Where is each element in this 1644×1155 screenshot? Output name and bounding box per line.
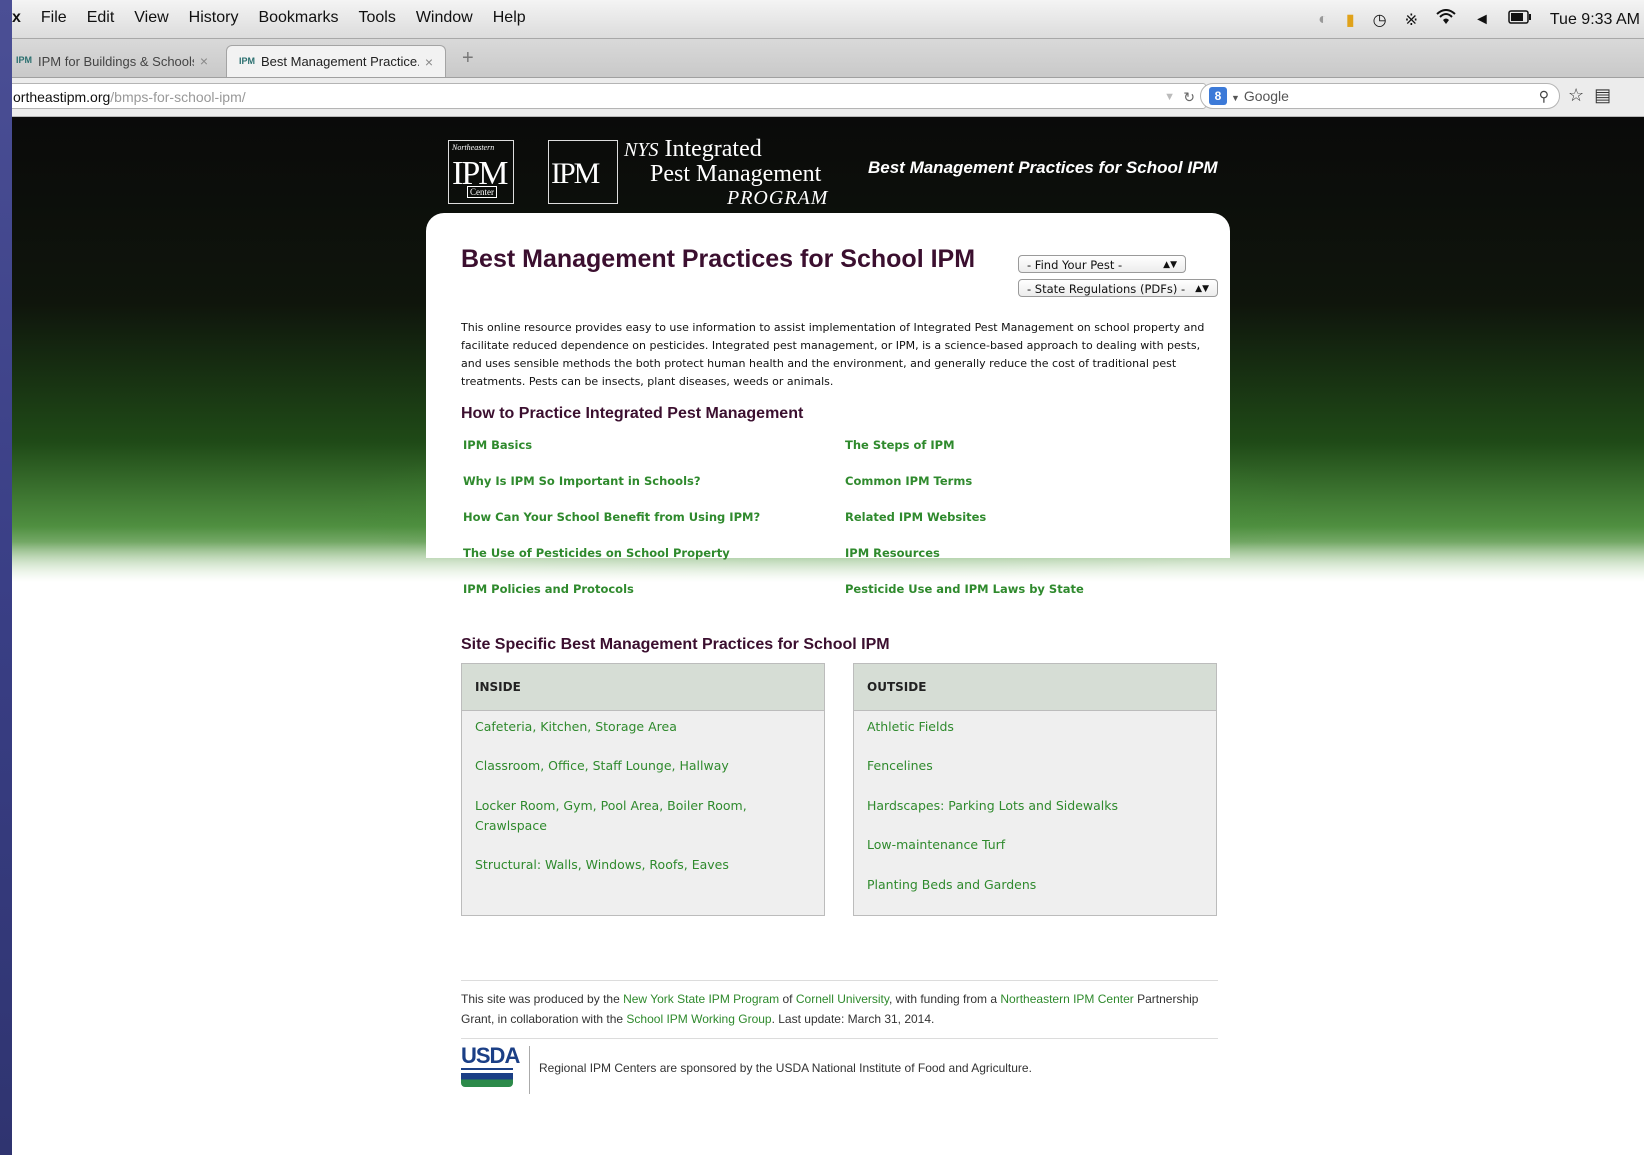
inside-item-locker-room[interactable]: Locker Room, Gym, Pool Area, Boiler Room… bbox=[475, 796, 775, 836]
outside-item-planting-beds[interactable]: Planting Beds and Gardens bbox=[867, 875, 1197, 895]
link-school-benefit[interactable]: How Can Your School Benefit from Using I… bbox=[463, 510, 760, 524]
link-cornell-university[interactable]: Cornell University bbox=[796, 992, 889, 1006]
ipm-favicon-icon: IPM bbox=[16, 55, 33, 65]
outside-panel-header: OUTSIDE bbox=[854, 664, 1216, 711]
reload-icon[interactable]: ↻ bbox=[1183, 84, 1195, 110]
link-pesticide-laws-by-state[interactable]: Pesticide Use and IPM Laws by State bbox=[845, 582, 1084, 596]
usda-fields-icon bbox=[461, 1073, 513, 1087]
find-your-pest-select[interactable]: - Find Your Pest - ▲▼ bbox=[1018, 255, 1186, 273]
close-tab-icon[interactable]: × bbox=[200, 53, 208, 69]
link-northeastern-ipm-center[interactable]: Northeastern IPM Center bbox=[1000, 992, 1133, 1006]
menu-window[interactable]: Window bbox=[416, 9, 473, 27]
menu-file[interactable]: File bbox=[41, 9, 67, 27]
menubar: x File Edit View History Bookmarks Tools… bbox=[12, 0, 1644, 39]
select-arrows-icon: ▲▼ bbox=[1195, 284, 1209, 294]
inside-panel: INSIDE Cafeteria, Kitchen, Storage Area … bbox=[461, 663, 825, 916]
bluetooth-icon[interactable]: ※ bbox=[1405, 10, 1418, 30]
sponsor-text: Regional IPM Centers are sponsored by th… bbox=[539, 1061, 1032, 1075]
ipm-favicon-icon: IPM bbox=[239, 55, 256, 66]
menubar-menus: x File Edit View History Bookmarks Tools… bbox=[12, 9, 546, 27]
tab-title: Best Management Practice... bbox=[261, 54, 419, 69]
new-tab-button[interactable]: + bbox=[462, 47, 474, 70]
footer-credits: This site was produced by the New York S… bbox=[461, 992, 1199, 1026]
google-search-engine-icon[interactable]: 8 bbox=[1209, 87, 1227, 105]
shield-icon[interactable]: ▮ bbox=[1346, 10, 1355, 30]
link-steps-of-ipm[interactable]: The Steps of IPM bbox=[845, 438, 955, 452]
search-placeholder: Google bbox=[1243, 88, 1289, 104]
tab-best-management-practices[interactable]: IPM Best Management Practice... × bbox=[226, 45, 446, 77]
reading-list-icon[interactable]: ▤ bbox=[1594, 85, 1621, 105]
outside-item-fencelines[interactable]: Fencelines bbox=[867, 756, 1197, 776]
site-specific-heading: Site Specific Best Management Practices … bbox=[461, 636, 890, 653]
page-title: Best Management Practices for School IPM bbox=[461, 245, 976, 273]
nav-bar: ortheastipm.org/bmps-for-school-ipm/ ▼ ↻… bbox=[12, 78, 1644, 117]
tab-strip: IPM IPM for Buildings & Schools × IPM Be… bbox=[12, 39, 1644, 78]
link-why-ipm-important[interactable]: Why Is IPM So Important in Schools? bbox=[463, 474, 701, 488]
url-bar[interactable]: ortheastipm.org/bmps-for-school-ipm/ ▼ ↻ bbox=[12, 83, 1206, 109]
url-host: ortheastipm.org bbox=[13, 89, 111, 105]
url-dropdown-icon[interactable]: ▼ bbox=[1164, 84, 1175, 110]
inside-item-cafeteria[interactable]: Cafeteria, Kitchen, Storage Area bbox=[475, 717, 805, 737]
outside-panel: OUTSIDE Athletic Fields Fencelines Hards… bbox=[853, 663, 1217, 916]
site-tagline: Best Management Practices for School IPM bbox=[868, 158, 1218, 177]
menu-history[interactable]: History bbox=[189, 9, 239, 27]
outside-item-athletic-fields[interactable]: Athletic Fields bbox=[867, 717, 1197, 737]
volume-icon[interactable]: ◄ bbox=[1474, 11, 1490, 29]
link-related-ipm-websites[interactable]: Related IPM Websites bbox=[845, 510, 986, 524]
outside-item-low-maintenance-turf[interactable]: Low-maintenance Turf bbox=[867, 835, 1197, 855]
menu-view[interactable]: View bbox=[134, 9, 168, 27]
search-bar[interactable]: 8 ▼ Google ⚲ bbox=[1200, 83, 1560, 109]
status-area: ◐ ▮ ◷ ※ ◄ Tue 9:33 AM bbox=[1300, 9, 1644, 30]
link-ipm-resources[interactable]: IPM Resources bbox=[845, 546, 940, 560]
link-ipm-basics[interactable]: IPM Basics bbox=[463, 438, 532, 452]
how-to-heading: How to Practice Integrated Pest Manageme… bbox=[461, 405, 804, 422]
toolbar-icons: ☆▤ bbox=[1568, 85, 1621, 106]
select-arrows-icon: ▲▼ bbox=[1163, 260, 1177, 270]
wifi-icon[interactable] bbox=[1436, 9, 1456, 30]
nys-ipm-logo[interactable]: IPM bbox=[548, 140, 618, 204]
footer-divider bbox=[461, 980, 1218, 981]
usda-logo[interactable]: USDA bbox=[461, 1045, 520, 1087]
usda-divider bbox=[529, 1046, 530, 1094]
northeastern-ipm-center-logo[interactable]: Northeastern IPM Center bbox=[448, 140, 514, 204]
tab-title: IPM for Buildings & Schools bbox=[38, 53, 194, 69]
link-common-ipm-terms[interactable]: Common IPM Terms bbox=[845, 474, 972, 488]
link-nys-ipm-program[interactable]: New York State IPM Program bbox=[623, 992, 779, 1006]
link-school-ipm-working-group[interactable]: School IPM Working Group bbox=[626, 1012, 771, 1026]
tab-ipm-buildings-schools[interactable]: IPM IPM for Buildings & Schools × bbox=[12, 45, 220, 77]
menu-tools[interactable]: Tools bbox=[358, 9, 395, 27]
link-ipm-policies[interactable]: IPM Policies and Protocols bbox=[463, 582, 634, 596]
app-menu[interactable]: x bbox=[12, 9, 21, 27]
search-icon[interactable]: ⚲ bbox=[1539, 84, 1549, 108]
menu-bookmarks[interactable]: Bookmarks bbox=[258, 9, 338, 27]
desktop-background bbox=[0, 0, 12, 1155]
close-tab-icon[interactable]: × bbox=[425, 54, 433, 70]
time-machine-icon[interactable]: ◷ bbox=[1373, 10, 1387, 30]
browser-window: x File Edit View History Bookmarks Tools… bbox=[12, 0, 1644, 1155]
menu-edit[interactable]: Edit bbox=[87, 9, 115, 27]
inside-panel-header: INSIDE bbox=[462, 664, 824, 711]
inside-item-structural[interactable]: Structural: Walls, Windows, Roofs, Eaves bbox=[475, 855, 805, 875]
inside-item-classroom[interactable]: Classroom, Office, Staff Lounge, Hallway bbox=[475, 756, 805, 776]
footer-divider bbox=[461, 1038, 1218, 1039]
intro-paragraph: This online resource provides easy to us… bbox=[461, 321, 1205, 388]
url-path: /bmps-for-school-ipm/ bbox=[110, 89, 246, 105]
sync-icon[interactable]: ◐ bbox=[1318, 11, 1328, 29]
battery-icon[interactable] bbox=[1508, 10, 1532, 29]
menu-help[interactable]: Help bbox=[493, 9, 526, 27]
clock[interactable]: Tue 9:33 AM bbox=[1550, 11, 1640, 29]
bookmark-star-icon[interactable]: ☆ bbox=[1568, 85, 1594, 105]
link-use-of-pesticides[interactable]: The Use of Pesticides on School Property bbox=[463, 546, 730, 560]
nys-ipm-program-wordmark[interactable]: NYS Integrated Pest Management PROGRAM bbox=[624, 137, 828, 210]
outside-item-hardscapes[interactable]: Hardscapes: Parking Lots and Sidewalks bbox=[867, 796, 1197, 816]
state-regulations-select[interactable]: - State Regulations (PDFs) - ▲▼ bbox=[1018, 279, 1218, 297]
